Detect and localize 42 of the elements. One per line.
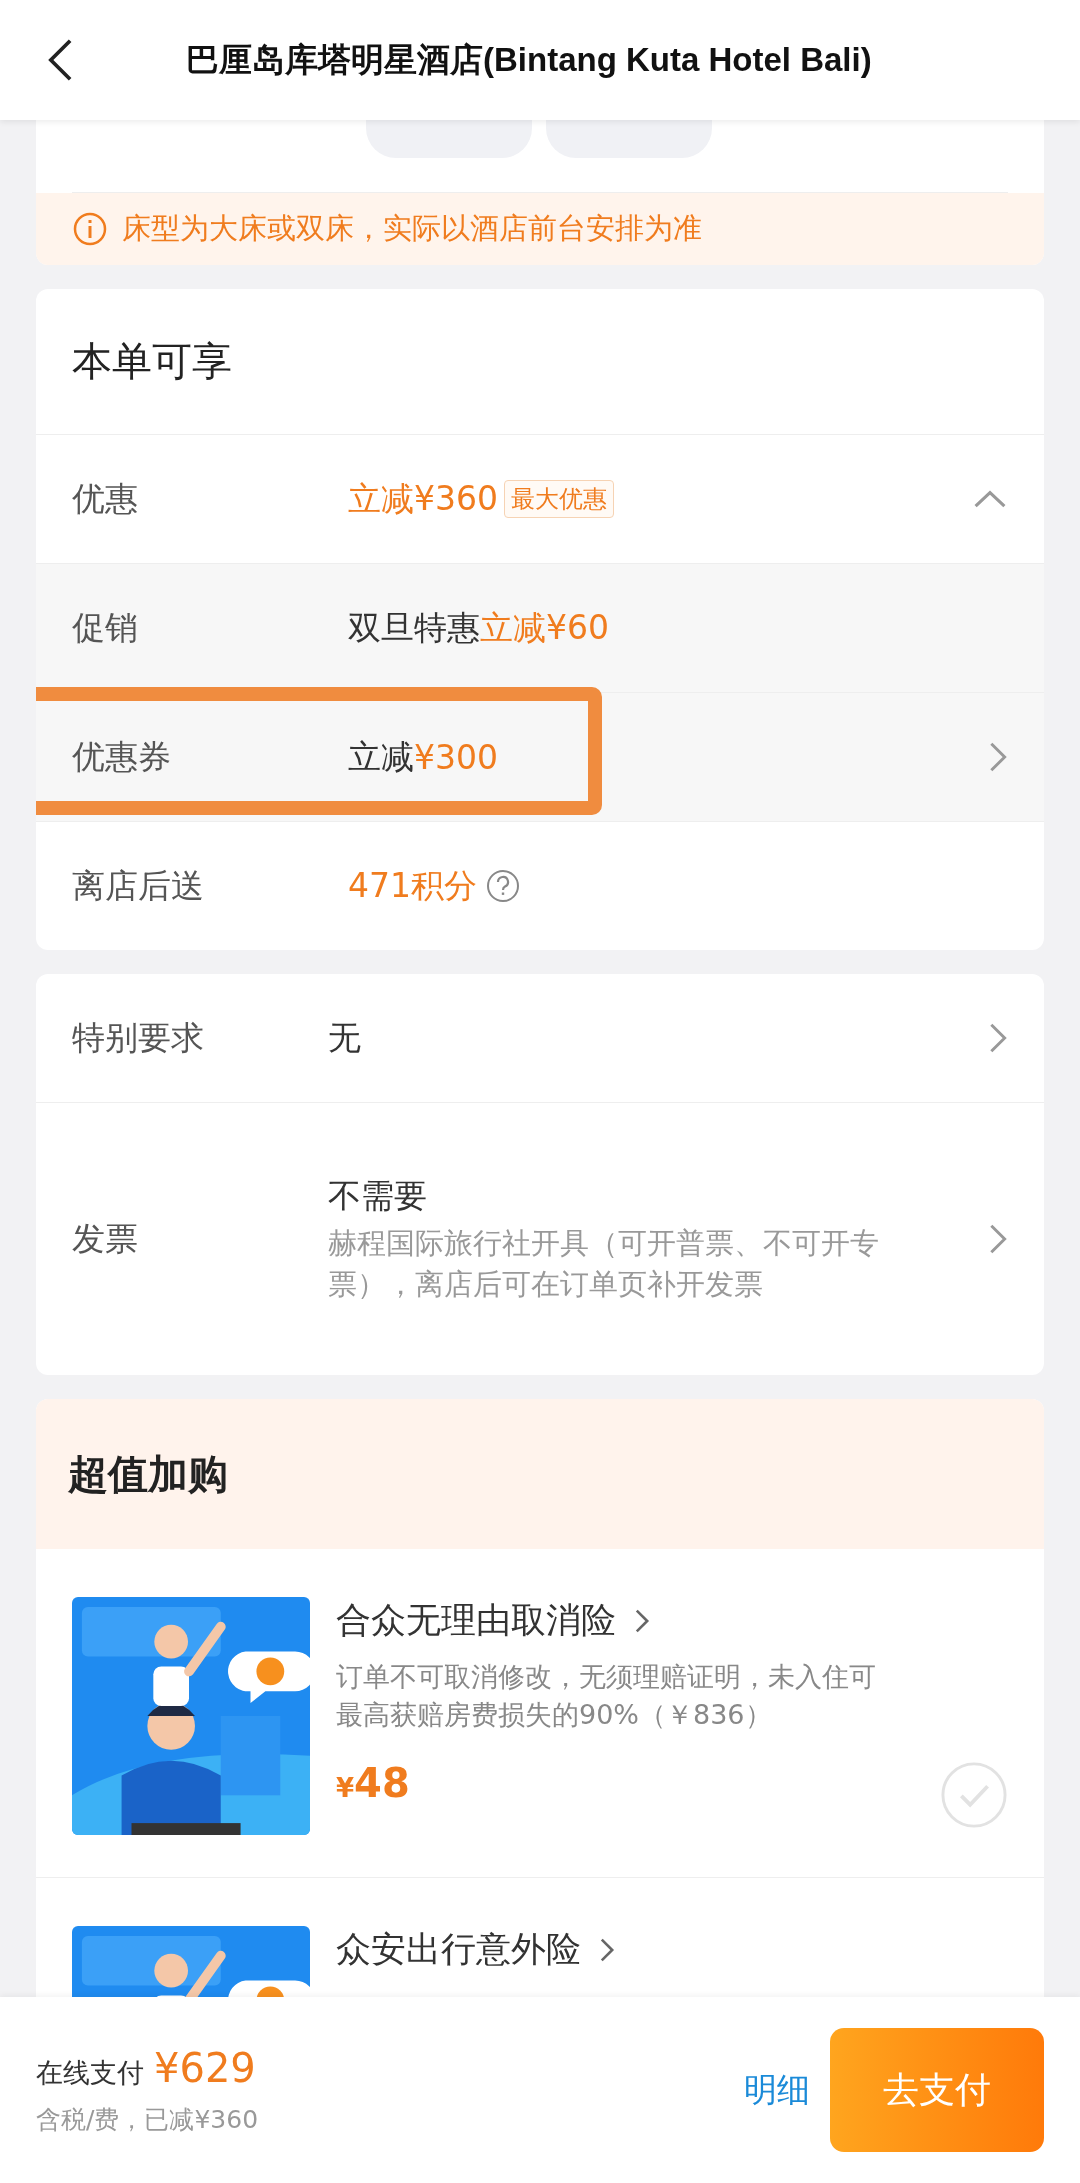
chevron-icon[interactable] (599, 1936, 615, 1963)
benefit-row[interactable]: 促销 双旦特惠立减¥60 (36, 564, 1044, 693)
row-label: 优惠券 (72, 735, 172, 778)
chevron-icon[interactable] (988, 1222, 1008, 1256)
details-link[interactable]: 明细 (724, 2067, 830, 2113)
section-title: 超值加购 (68, 1449, 228, 1499)
row-label: 特别要求 (72, 1016, 205, 1059)
option-row[interactable]: 发票 不需要 赫程国际旅行社开具（可开普票、不可开专票），离店后可在订单页补开发票 (36, 1103, 1044, 1375)
discount-amount: 立减¥360 (348, 477, 498, 520)
insurance-name[interactable]: 合众无理由取消险 (336, 1597, 616, 1644)
section-title: 本单可享 (36, 289, 1044, 435)
chevron-icon[interactable] (988, 1021, 1008, 1055)
notice-text: 床型为大床或双床，实际以酒店前台安排为准 (122, 210, 702, 247)
discount-amount: 立减¥60 (480, 606, 609, 649)
insurance-name[interactable]: 众安出行意外险 (336, 1926, 581, 1973)
insurance-description: 订单不可取消修改，无须理赔证明，未入住可最高获赔房费损失的90%（￥836） (336, 1660, 877, 1732)
info-icon (72, 211, 108, 247)
row-value: 无 (328, 1016, 362, 1059)
back-icon[interactable] (46, 37, 74, 83)
hotel-title: 巴厘岛库塔明星酒店(Bintang Kuta Hotel Bali) (186, 39, 872, 80)
discount-amount: ¥300 (414, 737, 498, 777)
row-value: 不需要 (328, 1174, 428, 1217)
tag: 最大优惠 (504, 480, 614, 518)
row-value: 双旦特惠 (348, 606, 480, 649)
insurance-price: ¥48 (336, 1759, 411, 1806)
option-row[interactable]: 特别要求 无 (36, 974, 1044, 1103)
payment-label: 在线支付 (36, 2055, 144, 2090)
row-value: 立减 (348, 735, 414, 778)
row-label: 促销 (72, 606, 139, 649)
select-checkbox[interactable] (940, 1761, 1008, 1829)
chevron-icon[interactable] (972, 488, 1008, 510)
row-label: 发票 (72, 1217, 139, 1260)
help-icon[interactable] (485, 868, 521, 904)
row-label: 离店后送 (72, 864, 205, 907)
discount-amount: 471积分 (348, 864, 477, 907)
row-note: 赫程国际旅行社开具（可开普票、不可开专票），离店后可在订单页补开发票 (328, 1224, 880, 1303)
total-price: ¥629 (154, 2044, 256, 2091)
benefit-row[interactable]: 离店后送 471积分 (36, 822, 1044, 950)
chevron-icon[interactable] (634, 1607, 650, 1634)
price-note: 含税/费，已减¥360 (36, 2103, 260, 2136)
row-label: 优惠 (72, 477, 139, 520)
chevron-icon[interactable] (988, 740, 1008, 774)
